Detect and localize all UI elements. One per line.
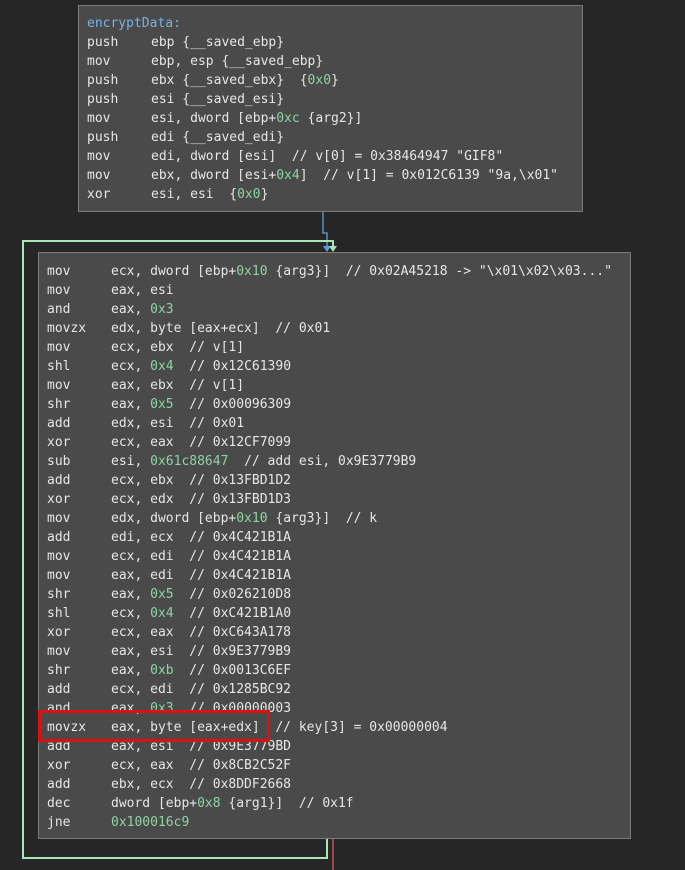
loop-arrowhead (329, 246, 337, 252)
highlight-box (38, 710, 270, 742)
loop-back-edge (22, 240, 334, 859)
